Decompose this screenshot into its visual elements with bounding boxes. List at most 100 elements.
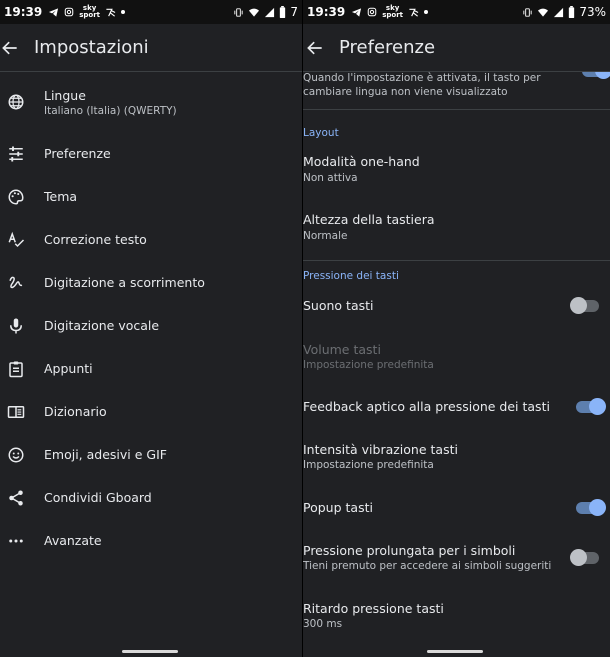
- settings-item-label: Appunti: [44, 361, 93, 376]
- back-arrow-icon[interactable]: [305, 38, 325, 58]
- settings-item-dictionary[interactable]: Dizionario: [0, 390, 302, 433]
- settings-item-text-correction[interactable]: Correzione testo: [0, 218, 302, 261]
- globe-icon: [6, 92, 26, 112]
- setting-row-one-hand[interactable]: Modalità one-hand Non attiva: [303, 148, 610, 198]
- settings-item-voice-typing[interactable]: Digitazione vocale: [0, 304, 302, 347]
- signal-icon: [265, 7, 275, 17]
- settings-item-label: Condividi Gboard: [44, 490, 152, 505]
- setting-row-key-volume: Volume tasti Impostazione predefinita: [303, 336, 610, 376]
- settings-item-emoji[interactable]: Emoji, adesivi e GIF: [0, 433, 302, 476]
- emoji-icon: [6, 445, 26, 465]
- app-icon: [106, 8, 116, 17]
- settings-item-label: Dizionario: [44, 404, 107, 419]
- settings-item-label: Digitazione vocale: [44, 318, 160, 333]
- status-bar: 19:39 sky sport 7: [0, 0, 302, 24]
- gesture-nav-bar[interactable]: [122, 650, 178, 653]
- setting-row-vibration-intensity[interactable]: Intensità vibrazione tasti Impostazione …: [303, 436, 610, 476]
- key-sound-toggle[interactable]: [570, 297, 599, 314]
- section-header-layout: Layout: [303, 127, 339, 139]
- status-bar: 19:39 sky sport 73%: [303, 0, 610, 24]
- setting-value: Impostazione predefinita: [303, 459, 434, 471]
- back-arrow-icon[interactable]: [0, 38, 20, 58]
- book-icon: [6, 402, 26, 422]
- telegram-icon: [352, 7, 362, 17]
- setting-title: Pressione prolungata per i simboli: [303, 543, 516, 558]
- gesture-icon: [6, 273, 26, 293]
- gesture-nav-bar[interactable]: [427, 650, 483, 653]
- settings-item-glide-typing[interactable]: Digitazione a scorrimento: [0, 261, 302, 304]
- vibrate-icon: [234, 7, 243, 17]
- setting-value: 300 ms: [303, 618, 343, 630]
- key-popup-toggle[interactable]: [576, 499, 606, 516]
- microphone-icon: [6, 316, 26, 336]
- settings-item-label: Lingue: [44, 87, 86, 103]
- settings-item-label: Avanzate: [44, 533, 102, 548]
- vibrate-icon: [523, 7, 532, 17]
- setting-description: cambiare lingua non viene visualizzato: [303, 86, 508, 98]
- long-press-symbols-toggle[interactable]: [570, 549, 599, 566]
- settings-list: Lingue Italiano (Italia) (QWERTY) Prefer…: [0, 72, 302, 562]
- page-title: Impostazioni: [34, 37, 149, 58]
- settings-item-theme[interactable]: Tema: [0, 175, 302, 218]
- settings-item-label: Correzione testo: [44, 232, 147, 247]
- haptic-feedback-toggle[interactable]: [576, 398, 606, 415]
- setting-description: Quando l'impostazione è attivata, il tas…: [303, 72, 541, 84]
- setting-title: Feedback aptico alla pressione dei tasti: [303, 399, 550, 414]
- tune-icon: [6, 144, 26, 164]
- notification-dot: [121, 10, 125, 14]
- section-divider: [303, 109, 610, 110]
- setting-row-language-switch[interactable]: Quando l'impostazione è attivata, il tas…: [303, 62, 610, 102]
- settings-item-preferences[interactable]: Preferenze: [0, 132, 302, 175]
- wifi-icon: [538, 8, 549, 17]
- setting-title: Popup tasti: [303, 500, 373, 515]
- more-horiz-icon: [6, 531, 26, 551]
- section-header-keypress: Pressione dei tasti: [303, 270, 399, 282]
- settings-item-languages[interactable]: Lingue Italiano (Italia) (QWERTY): [0, 72, 302, 132]
- spellcheck-icon: [6, 230, 26, 250]
- settings-item-share[interactable]: Condividi Gboard: [0, 476, 302, 519]
- setting-value: Normale: [303, 230, 348, 242]
- status-time: 19:39: [4, 5, 43, 19]
- app-icon: [409, 8, 419, 17]
- notification-dot: [424, 10, 428, 14]
- signal-icon: [554, 7, 564, 17]
- setting-title: Suono tasti: [303, 298, 374, 313]
- battery-percent: 7: [290, 5, 298, 19]
- setting-description: Tieni premuto per accedere ai simboli su…: [303, 560, 552, 572]
- settings-item-label: Emoji, adesivi e GIF: [44, 447, 167, 462]
- battery-icon: [569, 6, 575, 18]
- setting-title: Modalità one-hand: [303, 154, 420, 169]
- app-bar: Impostazioni: [0, 24, 302, 72]
- setting-row-key-popup[interactable]: Popup tasti: [303, 494, 610, 530]
- setting-row-haptic-feedback[interactable]: Feedback aptico alla pressione dei tasti: [303, 393, 610, 429]
- status-time: 19:39: [307, 5, 346, 19]
- wifi-icon: [249, 8, 260, 17]
- setting-row-long-press-symbols[interactable]: Pressione prolungata per i simboli Tieni…: [303, 537, 610, 577]
- setting-title: Altezza della tastiera: [303, 212, 435, 227]
- setting-title: Volume tasti: [303, 342, 381, 357]
- telegram-icon: [49, 7, 59, 17]
- settings-item-label: Tema: [44, 189, 78, 204]
- setting-row-key-press-delay[interactable]: Ritardo pressione tasti 300 ms: [303, 595, 610, 635]
- setting-title: Intensità vibrazione tasti: [303, 442, 458, 457]
- instagram-icon: [367, 7, 377, 17]
- palette-icon: [6, 187, 26, 207]
- setting-row-keyboard-height[interactable]: Altezza della tastiera Normale: [303, 206, 610, 256]
- setting-value: Non attiva: [303, 172, 358, 184]
- app-bar: Preferenze: [303, 24, 610, 72]
- section-divider: [303, 260, 610, 261]
- setting-value: Impostazione predefinita: [303, 359, 434, 371]
- settings-item-clipboard[interactable]: Appunti: [0, 347, 302, 390]
- battery-percent: 73%: [579, 5, 606, 19]
- setting-title: Ritardo pressione tasti: [303, 601, 444, 616]
- settings-item-label: Digitazione a scorrimento: [44, 275, 205, 290]
- sky-sport-icon: sky sport: [79, 4, 100, 19]
- preferences-screen: 19:39 sky sport 73% Quando l'impostazione…: [303, 0, 610, 657]
- clipboard-icon: [6, 359, 26, 379]
- sky-sport-icon: sky sport: [382, 4, 403, 19]
- settings-item-advanced[interactable]: Avanzate: [0, 519, 302, 562]
- setting-row-key-sound[interactable]: Suono tasti: [303, 292, 610, 328]
- share-icon: [6, 488, 26, 508]
- instagram-icon: [64, 7, 74, 17]
- settings-item-label: Preferenze: [44, 146, 111, 161]
